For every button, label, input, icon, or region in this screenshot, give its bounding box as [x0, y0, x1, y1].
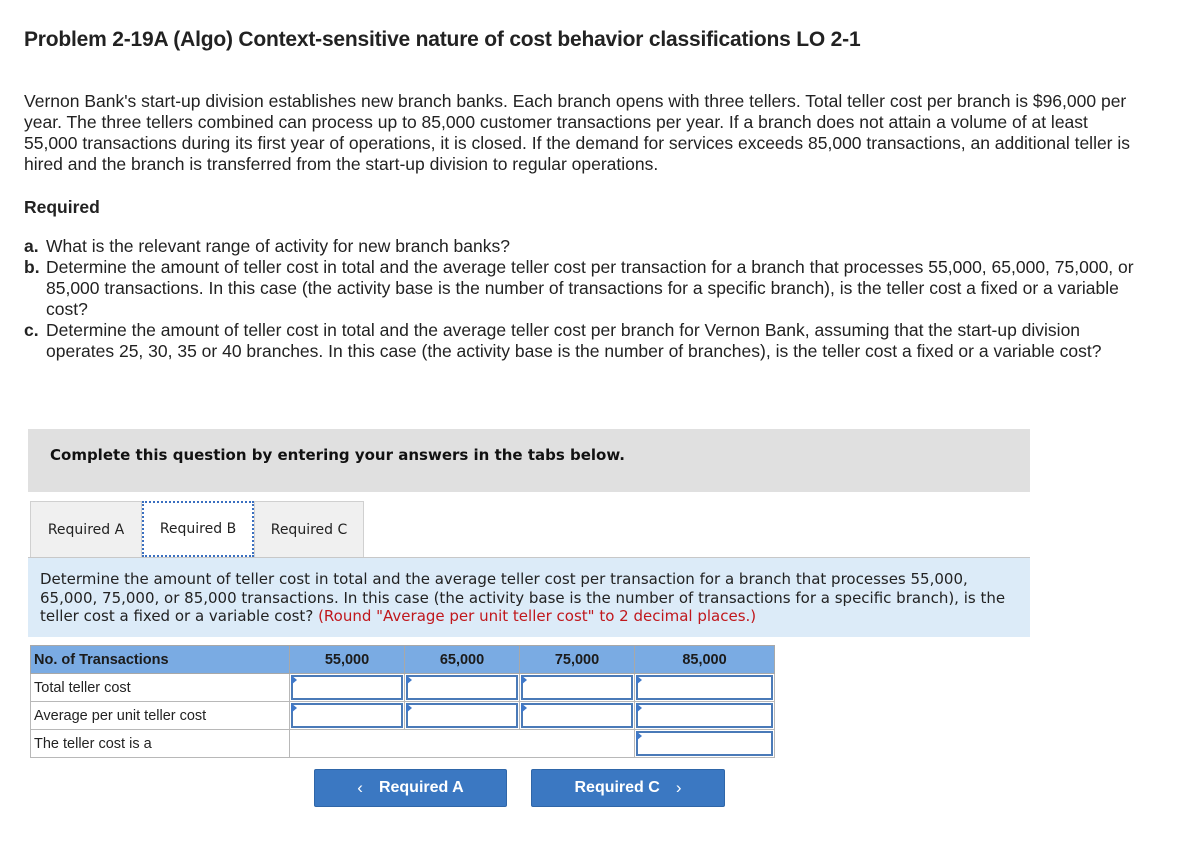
tab-bar: Required A Required B Required C — [30, 501, 364, 557]
row-label: The teller cost is a — [30, 729, 290, 758]
required-item-text: What is the relevant range of activity f… — [46, 236, 510, 256]
row-label: Average per unit teller cost — [30, 701, 290, 730]
column-header: 75,000 — [519, 645, 635, 674]
required-heading: Required — [24, 197, 100, 217]
problem-intro: Vernon Bank's start-up division establis… — [24, 91, 1131, 174]
table-row-total-cost: Total teller cost — [30, 673, 775, 702]
avg-cost-input-55000[interactable] — [291, 703, 403, 728]
table-row-cost-behavior: The teller cost is a — [30, 729, 775, 758]
cost-behavior-input[interactable] — [636, 731, 773, 756]
problem-title: Problem 2-19A (Algo) Context-sensitive n… — [24, 28, 861, 51]
prev-tab-button[interactable]: ‹ Required A — [314, 769, 507, 807]
instructions-banner: Complete this question by entering your … — [28, 429, 1030, 492]
next-tab-button[interactable]: Required C › — [531, 769, 725, 807]
total-cost-input-85000[interactable] — [636, 675, 773, 700]
required-item-label: b. — [24, 257, 40, 277]
avg-cost-input-85000[interactable] — [636, 703, 773, 728]
total-cost-input-65000[interactable] — [406, 675, 518, 700]
banner-text: Complete this question by entering your … — [50, 446, 625, 464]
required-item-b: b. Determine the amount of teller cost i… — [24, 257, 1134, 320]
chevron-right-icon: › — [675, 778, 682, 797]
column-header: 85,000 — [634, 645, 775, 674]
required-item-text: Determine the amount of teller cost in t… — [46, 320, 1102, 361]
total-cost-input-75000[interactable] — [521, 675, 633, 700]
required-list: a. What is the relevant range of activit… — [24, 236, 1134, 362]
tab-required-c[interactable]: Required C — [254, 501, 364, 557]
row-header: No. of Transactions — [30, 645, 290, 674]
required-item-text: Determine the amount of teller cost in t… — [46, 257, 1134, 319]
tab-required-a[interactable]: Required A — [30, 501, 142, 557]
rounding-note: (Round "Average per unit teller cost" to… — [318, 607, 757, 625]
table-row-average-cost: Average per unit teller cost — [30, 701, 775, 730]
total-cost-input-55000[interactable] — [291, 675, 403, 700]
tab-required-b[interactable]: Required B — [142, 501, 254, 557]
required-item-c: c. Determine the amount of teller cost i… — [24, 320, 1134, 362]
column-header: 65,000 — [404, 645, 520, 674]
next-tab-label: Required C — [574, 779, 660, 796]
tab-instructions: Determine the amount of teller cost in t… — [28, 557, 1030, 637]
avg-cost-input-65000[interactable] — [406, 703, 518, 728]
required-item-label: c. — [24, 320, 39, 340]
table-header-row: No. of Transactions 55,000 65,000 75,000… — [30, 645, 775, 674]
column-header: 55,000 — [289, 645, 405, 674]
prev-tab-label: Required A — [378, 779, 464, 796]
chevron-left-icon: ‹ — [357, 778, 363, 797]
row-label: Total teller cost — [30, 673, 290, 702]
avg-cost-input-75000[interactable] — [521, 703, 633, 728]
answer-table: No. of Transactions 55,000 65,000 75,000… — [30, 645, 775, 758]
required-item-a: a. What is the relevant range of activit… — [24, 236, 1134, 257]
required-item-label: a. — [24, 236, 39, 256]
